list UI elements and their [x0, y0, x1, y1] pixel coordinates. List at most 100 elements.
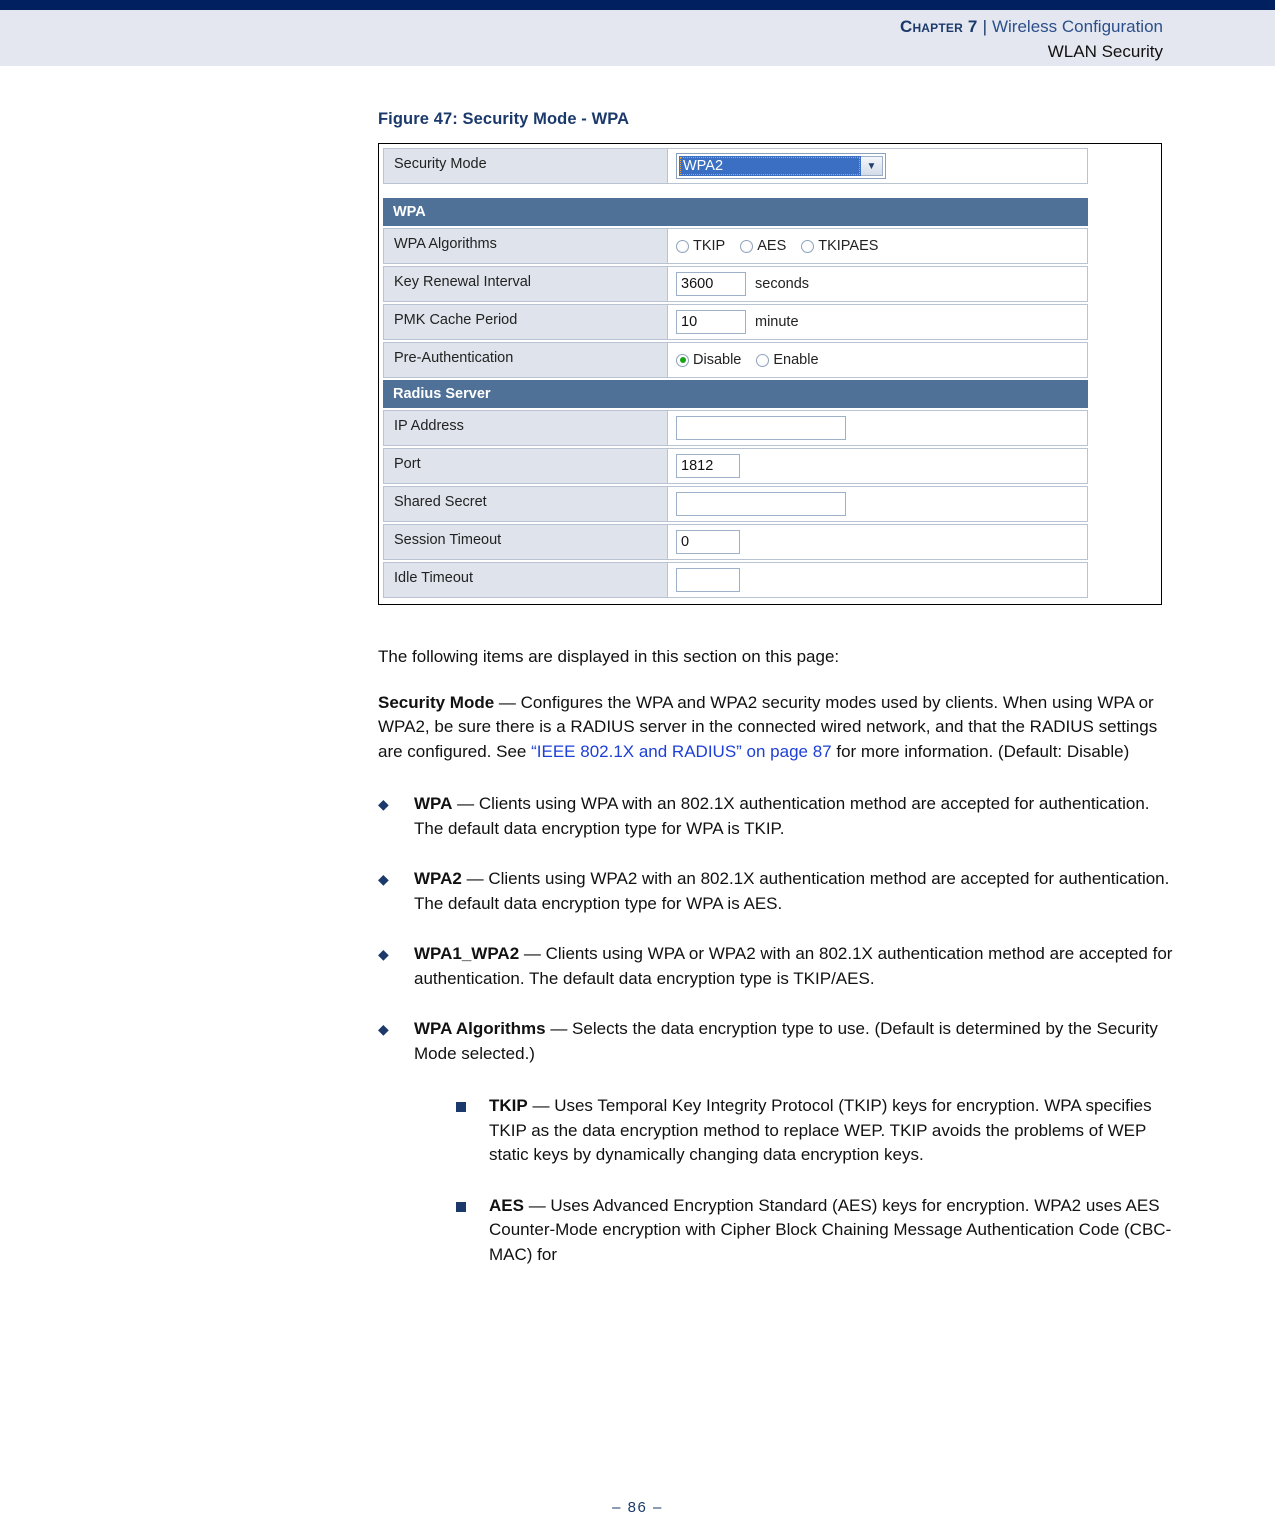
- label-shared-secret: Shared Secret: [383, 486, 668, 522]
- list-item-term: AES: [489, 1195, 524, 1215]
- pre-authentication-radio-group: Disable Enable: [676, 352, 819, 368]
- value-pre-authentication: Disable Enable: [668, 342, 1088, 378]
- label-port: Port: [383, 448, 668, 484]
- list-item-term: TKIP: [489, 1096, 528, 1115]
- wlan-security-form: Security Mode WPA2 ▼ WPA WPA Algorithms: [383, 148, 1088, 598]
- session-timeout-input[interactable]: 0: [676, 530, 740, 554]
- value-ip-address: [668, 410, 1088, 446]
- radio-enable-label: Enable: [773, 352, 819, 368]
- value-port: 1812: [668, 448, 1088, 484]
- section-header-radius-server: Radius Server: [383, 380, 1088, 408]
- list-item-text: Uses Temporal Key Integrity Protocol (TK…: [489, 1096, 1152, 1164]
- header-subsection: WLAN Security: [1047, 42, 1163, 61]
- security-mode-text-2: for more information. (Default: Disable): [831, 741, 1130, 761]
- radio-tkipaes[interactable]: TKIPAES: [801, 238, 878, 254]
- list-item-body: TKIP — Uses Temporal Key Integrity Proto…: [489, 1094, 1175, 1168]
- diamond-bullet-icon: ◆: [378, 871, 389, 887]
- radio-circle-icon[interactable]: [676, 239, 689, 253]
- row-key-renewal-interval: Key Renewal Interval 3600 seconds: [383, 266, 1088, 302]
- radio-circle-icon[interactable]: [801, 239, 815, 253]
- security-mode-select[interactable]: WPA2 ▼: [676, 153, 886, 179]
- list-item-term: WPA2: [414, 869, 462, 888]
- bullet-list: ◆ WPA — Clients using WPA with an 802.1X…: [378, 792, 1175, 1267]
- value-security-mode: WPA2 ▼: [668, 148, 1088, 184]
- key-renewal-interval-input[interactable]: 3600: [676, 272, 746, 296]
- section-header-wpa: WPA: [383, 198, 1088, 226]
- list-item-dash: —: [527, 1096, 555, 1115]
- form-spacer: [383, 186, 1088, 198]
- list-item: AES — Uses Advanced Encryption Standard …: [456, 1194, 1175, 1268]
- list-item-term: WPA Algorithms: [414, 1019, 546, 1038]
- list-item: ◆ WPA1_WPA2 — Clients using WPA or WPA2 …: [378, 942, 1175, 991]
- list-item-text: Clients using WPA2 with an 802.1X authen…: [414, 869, 1170, 913]
- value-key-renewal-interval: 3600 seconds: [668, 266, 1088, 302]
- row-ip-address: IP Address: [383, 410, 1088, 446]
- list-item-term: WPA: [414, 794, 453, 813]
- radio-tkipaes-label: TKIPAES: [818, 238, 879, 254]
- radio-circle-icon[interactable]: [740, 239, 754, 253]
- security-mode-term: Security Mode: [378, 692, 495, 712]
- radio-aes-label: AES: [757, 238, 787, 254]
- list-item-text: Clients using WPA with an 802.1X authent…: [414, 794, 1150, 838]
- idle-timeout-input[interactable]: [676, 568, 740, 592]
- top-rule: [0, 0, 1275, 10]
- label-key-renewal-interval: Key Renewal Interval: [383, 266, 668, 302]
- label-pre-authentication: Pre-Authentication: [383, 342, 668, 378]
- list-item-body: WPA2 — Clients using WPA2 with an 802.1X…: [414, 867, 1175, 916]
- value-wpa-algorithms: TKIP AES TKIPAES: [668, 228, 1088, 264]
- value-pmk-cache-period: 10 minute: [668, 304, 1088, 340]
- list-item-term: WPA1_WPA2: [414, 944, 520, 963]
- radio-tkip[interactable]: TKIP: [676, 238, 725, 254]
- radio-tkip-label: TKIP: [693, 238, 726, 254]
- list-item-body: WPA1_WPA2 — Clients using WPA or WPA2 wi…: [414, 942, 1175, 991]
- row-wpa-algorithms: WPA Algorithms TKIP AES TKIPAES: [383, 228, 1088, 264]
- radio-disable[interactable]: Disable: [676, 352, 741, 368]
- port-input[interactable]: 1812: [676, 454, 740, 478]
- pmk-cache-period-input[interactable]: 10: [676, 310, 746, 334]
- radio-aes[interactable]: AES: [740, 238, 786, 254]
- list-item-body: WPA Algorithms — Selects the data encryp…: [414, 1017, 1175, 1066]
- value-session-timeout: 0: [668, 524, 1088, 560]
- security-mode-selected-value: WPA2: [679, 156, 861, 176]
- label-ip-address: IP Address: [383, 410, 668, 446]
- label-pmk-cache-period: PMK Cache Period: [383, 304, 668, 340]
- list-item-dash: —: [452, 794, 479, 813]
- chevron-down-icon[interactable]: ▼: [861, 156, 883, 176]
- diamond-bullet-icon: ◆: [378, 946, 389, 962]
- radio-circle-checked-icon[interactable]: [676, 353, 689, 367]
- figure-screenshot: Security Mode WPA2 ▼ WPA WPA Algorithms: [378, 143, 1162, 605]
- label-idle-timeout: Idle Timeout: [383, 562, 668, 598]
- wpa-algorithms-radio-group: TKIP AES TKIPAES: [676, 238, 878, 254]
- figure-caption: Figure 47: Security Mode - WPA: [378, 110, 630, 128]
- row-port: Port 1812: [383, 448, 1088, 484]
- label-wpa-algorithms: WPA Algorithms: [383, 228, 668, 264]
- radio-disable-label: Disable: [693, 352, 742, 368]
- diamond-bullet-icon: ◆: [378, 796, 389, 812]
- security-mode-dash: —: [494, 692, 521, 712]
- radio-enable[interactable]: Enable: [756, 352, 819, 368]
- row-security-mode: Security Mode WPA2 ▼: [383, 148, 1088, 184]
- list-item-body: AES — Uses Advanced Encryption Standard …: [489, 1194, 1175, 1268]
- list-item-dash: —: [523, 1195, 551, 1215]
- list-item: ◆ WPA2 — Clients using WPA2 with an 802.…: [378, 867, 1175, 916]
- key-renewal-interval-unit: seconds: [755, 276, 810, 292]
- radio-circle-icon[interactable]: [756, 353, 770, 367]
- list-item-dash: —: [545, 1019, 573, 1038]
- list-item: ◆ WPA — Clients using WPA with an 802.1X…: [378, 792, 1175, 841]
- header-line-chapter: Chapter 7 | Wireless Configuration: [0, 14, 1163, 40]
- ip-address-input[interactable]: [676, 416, 846, 440]
- row-pre-authentication: Pre-Authentication Disable Enable: [383, 342, 1088, 378]
- shared-secret-input[interactable]: [676, 492, 846, 516]
- xref-ieee-8021x-radius[interactable]: “IEEE 802.1X and RADIUS” on page 87: [531, 742, 832, 761]
- value-idle-timeout: [668, 562, 1088, 598]
- list-item-text: Uses Advanced Encryption Standard (AES) …: [489, 1195, 1172, 1264]
- list-item-body: WPA — Clients using WPA with an 802.1X a…: [414, 792, 1175, 841]
- chapter-label: Chapter 7: [899, 17, 978, 36]
- label-security-mode: Security Mode: [383, 148, 668, 184]
- square-bullet-icon: [456, 1194, 489, 1268]
- label-session-timeout: Session Timeout: [383, 524, 668, 560]
- list-item: TKIP — Uses Temporal Key Integrity Proto…: [456, 1094, 1175, 1168]
- row-pmk-cache-period: PMK Cache Period 10 minute: [383, 304, 1088, 340]
- list-item-dash: —: [519, 944, 546, 963]
- body-copy: The following items are displayed in thi…: [378, 645, 1175, 1267]
